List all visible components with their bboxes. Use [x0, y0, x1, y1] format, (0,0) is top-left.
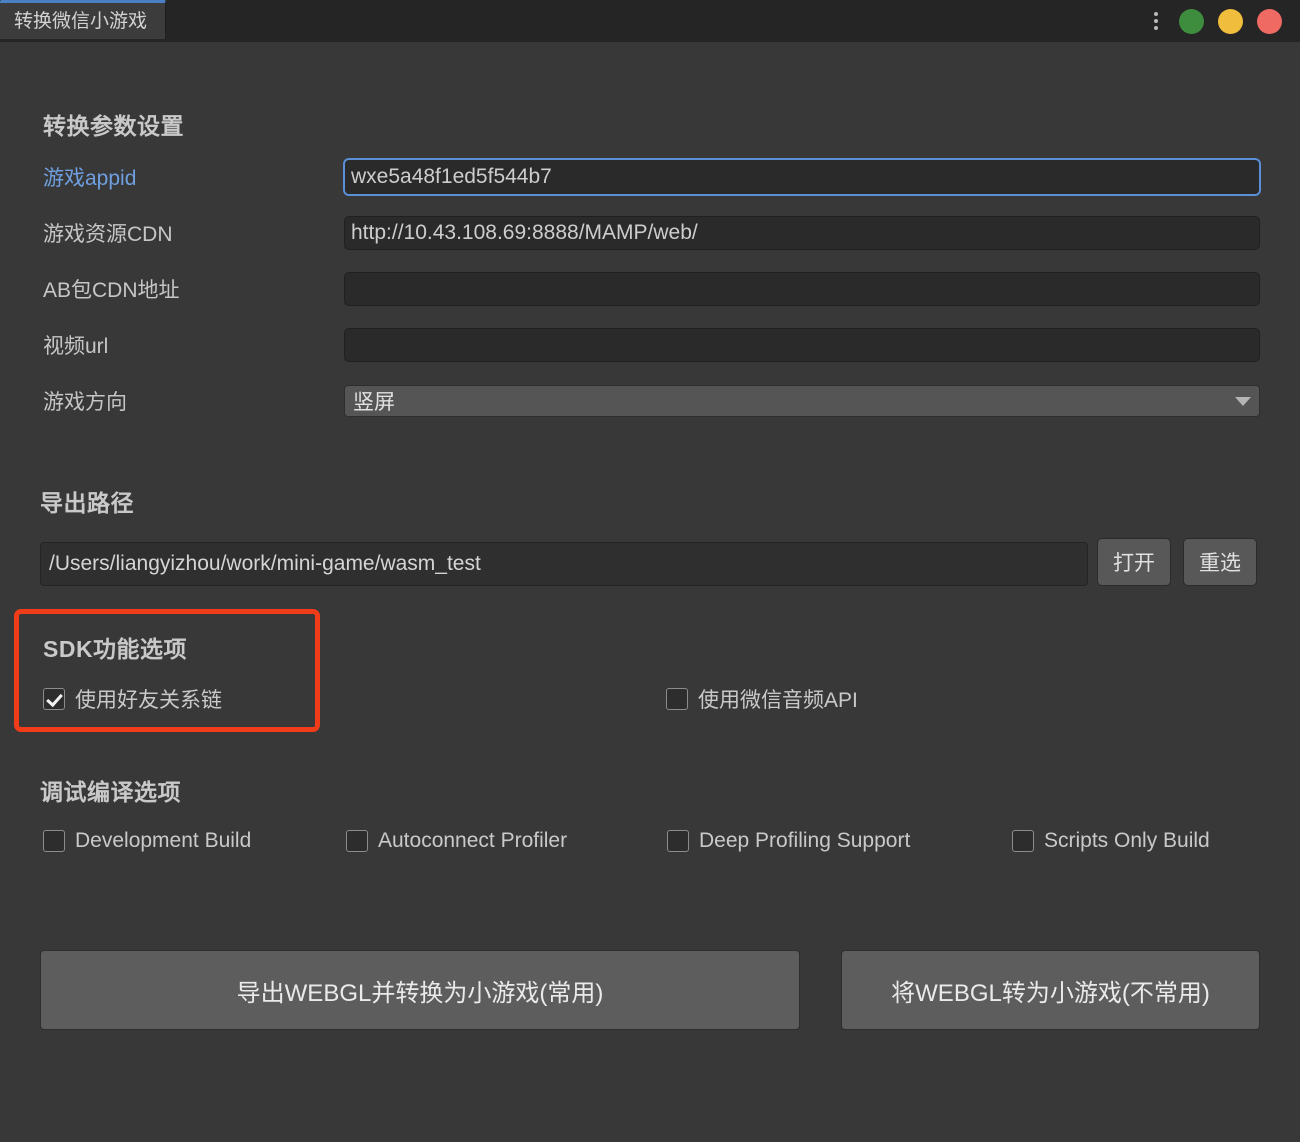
- sdk-section-title: SDK功能选项: [43, 636, 188, 662]
- form-row-appid: 游戏appid: [0, 159, 1300, 195]
- checkbox-checked-icon[interactable]: [43, 688, 65, 710]
- checkbox-unchecked-icon[interactable]: [666, 688, 688, 710]
- checkbox-unchecked-icon[interactable]: [346, 830, 368, 852]
- checkbox-development-build-label: Development Build: [75, 829, 252, 852]
- checkbox-scripts-only-build[interactable]: Scripts Only Build: [1012, 829, 1210, 853]
- input-ab-cdn[interactable]: [344, 272, 1260, 306]
- checkbox-unchecked-icon[interactable]: [667, 830, 689, 852]
- checkbox-use-friend-relation[interactable]: 使用好友关系链: [43, 684, 222, 714]
- minimize-button[interactable]: [1179, 8, 1204, 34]
- checkbox-deep-profiling-support-label: Deep Profiling Support: [699, 829, 911, 852]
- checkbox-autoconnect-profiler[interactable]: Autoconnect Profiler: [346, 829, 567, 853]
- close-button[interactable]: [1257, 8, 1282, 34]
- kebab-menu-icon[interactable]: [1147, 9, 1165, 33]
- label-orientation: 游戏方向: [43, 391, 127, 414]
- checkbox-deep-profiling-support[interactable]: Deep Profiling Support: [667, 829, 910, 853]
- select-orientation[interactable]: 竖屏: [344, 385, 1260, 417]
- chevron-down-icon: [1235, 396, 1251, 406]
- main-content: 转换参数设置 游戏appid 游戏资源CDN AB包CDN地址 视频url 游戏…: [0, 42, 1300, 1142]
- form-row-ab-cdn: AB包CDN地址: [0, 272, 1300, 306]
- label-appid: 游戏appid: [43, 167, 137, 190]
- reselect-folder-button[interactable]: 重选: [1183, 538, 1257, 586]
- input-appid[interactable]: [344, 159, 1260, 195]
- tab-convert-wechat-minigame[interactable]: 转换微信小游戏: [0, 0, 167, 39]
- open-folder-button[interactable]: 打开: [1097, 538, 1171, 586]
- export-section-title: 导出路径: [40, 490, 134, 516]
- checkbox-use-wechat-audio-api-label: 使用微信音频API: [698, 689, 858, 712]
- label-video-url: 视频url: [43, 335, 109, 358]
- form-row-video-url: 视频url: [0, 328, 1300, 362]
- form-row-orientation: 游戏方向 竖屏: [0, 384, 1300, 418]
- label-ab-cdn: AB包CDN地址: [43, 279, 180, 302]
- checkbox-development-build[interactable]: Development Build: [43, 829, 251, 853]
- select-orientation-value: 竖屏: [353, 391, 395, 414]
- debug-section-title: 调试编译选项: [40, 779, 181, 805]
- checkbox-use-friend-relation-label: 使用好友关系链: [75, 689, 222, 712]
- checkbox-use-wechat-audio-api[interactable]: 使用微信音频API: [666, 684, 858, 714]
- maximize-button[interactable]: [1218, 8, 1243, 34]
- checkbox-scripts-only-build-label: Scripts Only Build: [1044, 829, 1210, 852]
- export-and-convert-button[interactable]: 导出WEBGL并转换为小游戏(常用): [40, 950, 800, 1030]
- checkbox-unchecked-icon[interactable]: [43, 830, 65, 852]
- tab-label: 转换微信小游戏: [14, 10, 148, 32]
- window-controls: [1147, 0, 1282, 42]
- convert-webgl-button[interactable]: 将WEBGL转为小游戏(不常用): [841, 950, 1260, 1030]
- input-resource-cdn[interactable]: [344, 216, 1260, 250]
- form-row-resource-cdn: 游戏资源CDN: [0, 216, 1300, 250]
- params-section-title: 转换参数设置: [43, 113, 184, 139]
- checkbox-autoconnect-profiler-label: Autoconnect Profiler: [378, 829, 568, 852]
- checkbox-unchecked-icon[interactable]: [1012, 830, 1034, 852]
- input-export-path[interactable]: [40, 542, 1088, 586]
- window-titlebar: 转换微信小游戏: [0, 0, 1300, 42]
- label-resource-cdn: 游戏资源CDN: [43, 223, 173, 246]
- input-video-url[interactable]: [344, 328, 1260, 362]
